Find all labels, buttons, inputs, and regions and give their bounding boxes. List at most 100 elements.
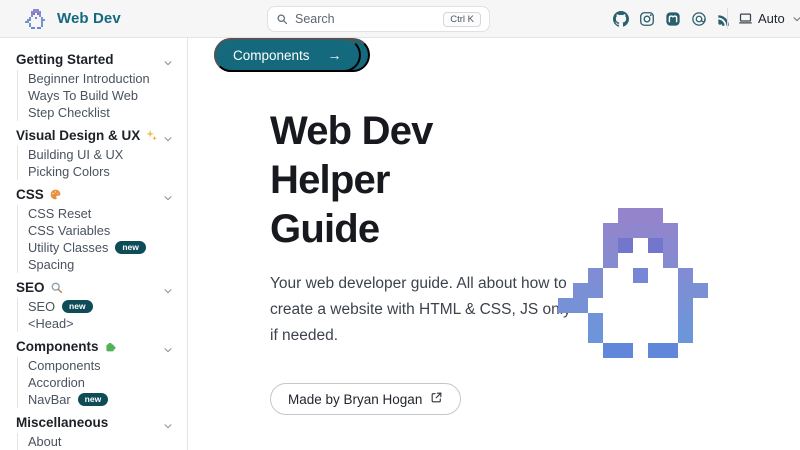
sidebar-item-label: SEO xyxy=(28,299,55,314)
sidebar-section-title[interactable]: CSS xyxy=(16,184,179,205)
sidebar-section: CSS CSS ResetCSS VariablesUtility Classes… xyxy=(16,184,179,273)
empty-pixel xyxy=(708,223,723,238)
empty-pixel xyxy=(603,208,618,223)
sidebar-section-title[interactable]: Visual Design & UX xyxy=(16,125,179,146)
empty-pixel xyxy=(678,208,693,223)
empty-pixel xyxy=(588,223,603,238)
sidebar-item[interactable]: Utility Classes new xyxy=(18,239,179,256)
sparkles-icon xyxy=(145,129,158,142)
empty-pixel xyxy=(693,328,708,343)
sidebar-item[interactable]: About xyxy=(18,433,179,450)
search-input[interactable]: Search Ctrl K xyxy=(267,6,490,32)
theme-switcher[interactable]: Auto xyxy=(738,0,800,37)
sidebar-section-items: Beginner IntroductionWays To Build WebSt… xyxy=(17,70,179,121)
penguin-pixel xyxy=(678,268,693,283)
made-by-bryan-hogan-button[interactable]: Made by Bryan Hogan xyxy=(270,383,461,415)
empty-pixel xyxy=(558,268,573,283)
empty-pixel xyxy=(648,253,663,268)
sidebar-item-label: Building UI & UX xyxy=(28,147,123,162)
site-title: Web Dev xyxy=(57,10,121,27)
page-title-line: Web Dev xyxy=(270,107,800,156)
sidebar-item[interactable]: Beginner Introduction xyxy=(18,70,179,87)
penguin-pixel xyxy=(678,283,693,298)
empty-pixel xyxy=(708,343,723,358)
sidebar-item[interactable]: <Head> xyxy=(18,315,179,332)
sidebar-item-label: Beginner Introduction xyxy=(28,71,150,86)
app-window: Web Dev Search Ctrl K Auto Getting Start… xyxy=(0,0,800,450)
empty-pixel xyxy=(678,223,693,238)
instagram-icon[interactable] xyxy=(637,9,657,29)
empty-pixel xyxy=(603,268,618,283)
empty-pixel xyxy=(573,343,588,358)
empty-pixel xyxy=(573,253,588,268)
threads-icon[interactable] xyxy=(689,9,709,29)
empty-pixel xyxy=(708,238,723,253)
chevron-down-icon xyxy=(163,283,173,293)
sidebar-section-title[interactable]: SEO xyxy=(16,277,179,298)
sidebar-item[interactable]: Spacing xyxy=(18,256,179,273)
empty-pixel xyxy=(588,298,603,313)
components-button[interactable]: Components→ xyxy=(214,38,361,72)
penguin-pixel xyxy=(648,238,663,253)
sidebar-section-title[interactable]: Miscellaneous xyxy=(16,412,179,433)
mastodon-icon[interactable] xyxy=(663,9,683,29)
sidebar-section-title-label: CSS xyxy=(16,187,44,202)
button-label: Components xyxy=(233,48,310,63)
empty-pixel xyxy=(693,268,708,283)
sidebar-item[interactable]: Step Checklist xyxy=(18,104,179,121)
chevron-down-icon xyxy=(163,418,173,428)
penguin-pixel xyxy=(603,253,618,268)
penguin-mascot xyxy=(558,208,723,358)
empty-pixel xyxy=(633,283,648,298)
sidebar-item[interactable]: Components xyxy=(18,357,179,374)
sidebar-item[interactable]: Building UI & UX xyxy=(18,146,179,163)
chevron-down-icon xyxy=(163,55,173,65)
empty-pixel xyxy=(558,283,573,298)
empty-pixel xyxy=(648,283,663,298)
empty-pixel xyxy=(633,253,648,268)
empty-pixel xyxy=(678,343,693,358)
sidebar-section-title[interactable]: Getting Started xyxy=(16,49,179,70)
sidebar-section-title[interactable]: Components xyxy=(16,336,179,357)
penguin-pixel xyxy=(663,343,678,358)
site-brand[interactable]: Web Dev xyxy=(25,0,121,37)
penguin-pixel xyxy=(603,223,618,238)
new-badge: new xyxy=(115,241,146,254)
empty-pixel xyxy=(603,283,618,298)
sidebar-section-items: ComponentsAccordionNavBarnew xyxy=(17,357,179,408)
sidebar-item[interactable]: Picking Colors xyxy=(18,163,179,180)
empty-pixel xyxy=(573,268,588,283)
sidebar-item-label: Utility Classes xyxy=(28,240,108,255)
penguin-pixel xyxy=(603,343,618,358)
penguin-pixel xyxy=(573,298,588,313)
penguin-pixel xyxy=(633,223,648,238)
sidebar-item[interactable]: Ways To Build Web xyxy=(18,87,179,104)
penguin-pixel xyxy=(648,223,663,238)
sidebar-item[interactable]: SEOnew xyxy=(18,298,179,315)
empty-pixel xyxy=(618,313,633,328)
penguin-pixel xyxy=(588,268,603,283)
penguin-pixel xyxy=(633,268,648,283)
sidebar-item-label: Step Checklist xyxy=(28,105,110,120)
empty-pixel xyxy=(693,343,708,358)
penguin-pixel xyxy=(678,313,693,328)
sidebar-item[interactable]: CSS Reset xyxy=(18,205,179,222)
chevron-down-icon xyxy=(163,342,173,352)
palette-icon xyxy=(49,188,62,201)
penguin-pixel xyxy=(663,223,678,238)
external-link-icon xyxy=(422,391,443,407)
empty-pixel xyxy=(588,343,603,358)
github-icon[interactable] xyxy=(611,9,631,29)
rss-icon[interactable] xyxy=(715,9,735,29)
empty-pixel xyxy=(558,223,573,238)
sidebar: Getting StartedBeginner IntroductionWays… xyxy=(0,38,188,450)
empty-pixel xyxy=(693,298,708,313)
sidebar-item[interactable]: Accordion xyxy=(18,374,179,391)
sidebar-item[interactable]: CSS Variables xyxy=(18,222,179,239)
sidebar-section-title-label: SEO xyxy=(16,280,45,295)
sidebar-section: ComponentsComponentsAccordionNavBarnew xyxy=(16,336,179,408)
new-badge: new xyxy=(78,393,109,406)
penguin-pixel xyxy=(588,283,603,298)
sidebar-item[interactable]: NavBarnew xyxy=(18,391,179,408)
sidebar-section: SEOSEOnew<Head> xyxy=(16,277,179,332)
